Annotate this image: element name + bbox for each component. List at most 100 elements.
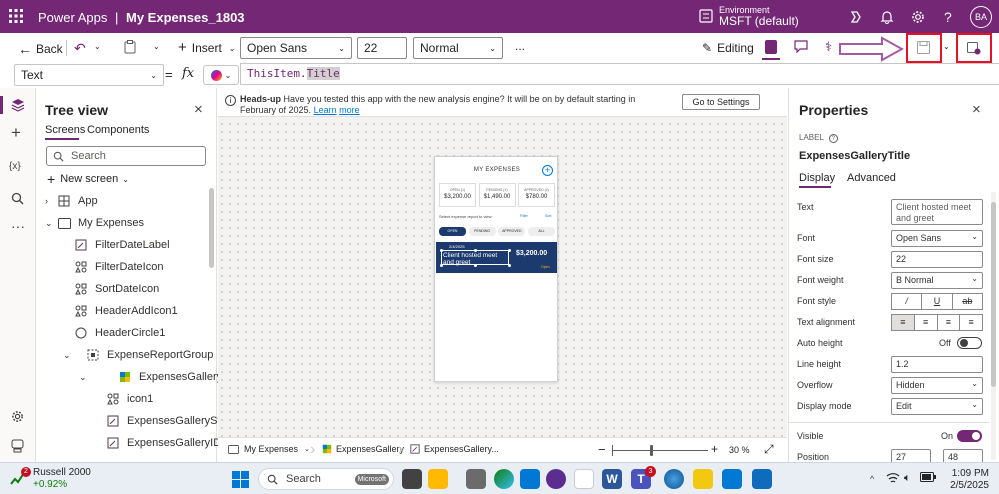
font-dropdown[interactable]: Open Sans ⌄ — [891, 230, 983, 247]
media-player-icon[interactable] — [546, 469, 566, 489]
position-x-input[interactable]: 27 — [891, 449, 931, 462]
tab-all[interactable]: ALL — [527, 227, 555, 236]
screen-icon[interactable] — [765, 40, 777, 54]
tree-item[interactable]: icon1 — [37, 388, 207, 410]
power-bi-icon[interactable] — [693, 469, 713, 489]
virtual-agent-icon[interactable] — [11, 439, 24, 453]
back-button[interactable]: ← Back — [18, 41, 63, 57]
item-title-selected[interactable]: Client hosted meet and greet — [441, 250, 509, 266]
store-icon[interactable] — [520, 469, 540, 489]
resize-handle[interactable] — [508, 249, 511, 252]
insert-button[interactable]: + Insert ⌄ — [178, 40, 235, 55]
tab-display[interactable]: Display — [799, 172, 835, 184]
taskbar-search[interactable]: Search Microsoft — [258, 468, 394, 490]
stethoscope-icon[interactable]: ⚕ — [825, 39, 832, 55]
line-height-input[interactable]: 1.2 — [891, 356, 983, 373]
word-icon[interactable]: W — [602, 469, 622, 489]
resize-handle[interactable] — [440, 264, 443, 267]
filter-link[interactable]: Filter — [520, 214, 528, 218]
more-button[interactable]: ... — [515, 39, 525, 53]
tree-search-input[interactable]: Search — [46, 146, 206, 166]
gallery-item[interactable]: 2/4/2025 Client hosted meet and greet $3… — [436, 242, 557, 273]
display-mode-dropdown[interactable]: Edit ⌄ — [891, 398, 983, 415]
breadcrumb-gallery[interactable]: ExpensesGallery — [322, 444, 404, 454]
bell-icon[interactable] — [880, 10, 894, 24]
property-dropdown[interactable]: Text ⌄ — [14, 64, 164, 86]
tab-screens[interactable]: Screens — [45, 124, 85, 136]
align-right-icon[interactable]: ≡ — [937, 314, 961, 331]
variables-icon[interactable]: {x} — [9, 161, 21, 172]
zoom-in-button[interactable]: + — [711, 442, 718, 456]
font-dropdown[interactable]: Open Sans ⌄ — [240, 37, 352, 59]
gear-icon[interactable] — [911, 10, 925, 24]
tab-components[interactable]: Components — [87, 124, 149, 136]
italic-button[interactable]: / — [891, 293, 923, 310]
resize-handle[interactable] — [474, 264, 477, 267]
close-icon[interactable]: × — [194, 101, 203, 118]
tree-item[interactable]: ExpensesGalleryID — [37, 432, 221, 454]
terminal-icon[interactable] — [466, 469, 486, 489]
help-circle-icon[interactable]: ? — [828, 134, 838, 143]
environment-picker[interactable]: Environment MSFT (default) — [719, 5, 799, 27]
app-preview-screen[interactable]: MY EXPENSES + OPEN (1) $3,200.00 PENDING… — [434, 156, 558, 382]
undo-icon[interactable]: ↶ — [74, 40, 86, 57]
font-size-input[interactable]: 22 — [891, 251, 983, 268]
text-input[interactable]: Client hosted meet and greet — [891, 199, 983, 225]
tree-item[interactable]: HeaderAddIcon1 — [37, 300, 207, 322]
publish-icon[interactable] — [967, 41, 981, 55]
tree-item[interactable]: FilterDateLabel — [37, 234, 207, 256]
insert-plus-icon[interactable]: + — [11, 124, 21, 141]
outlook-icon[interactable] — [752, 469, 772, 489]
overflow-dropdown[interactable]: Hidden ⌄ — [891, 377, 983, 394]
task-view-icon[interactable] — [402, 469, 422, 489]
tree-item[interactable]: ExpensesGalleryStatus — [37, 410, 241, 432]
save-icon[interactable] — [917, 41, 930, 54]
new-screen-button[interactable]: + New screen ⌄ — [47, 171, 129, 187]
breadcrumb-screen[interactable]: My Expenses ⌄ — [228, 444, 310, 454]
tree-item[interactable]: HeaderCircle1 — [37, 322, 207, 344]
underline-button[interactable]: U — [922, 293, 953, 310]
resize-handle[interactable] — [508, 264, 511, 267]
add-expense-icon[interactable]: + — [542, 165, 553, 176]
zoom-slider-thumb[interactable] — [650, 445, 653, 456]
auto-height-toggle[interactable] — [957, 337, 982, 349]
browser-icon[interactable] — [664, 469, 684, 489]
battery-icon[interactable] — [920, 472, 936, 482]
comment-icon[interactable] — [794, 40, 808, 53]
align-left-icon[interactable]: ≡ — [891, 314, 915, 331]
font-weight-dropdown[interactable]: Normal ⌄ — [413, 37, 503, 59]
tab-advanced[interactable]: Advanced — [847, 172, 896, 184]
tree-scrollbar[interactable] — [209, 188, 214, 268]
waffle-icon[interactable] — [9, 9, 23, 23]
formula-input[interactable]: ThisItem.Title — [240, 63, 999, 85]
font-size-input[interactable]: 22 — [357, 37, 407, 59]
search-icon[interactable] — [11, 192, 24, 205]
tree-item-gallery[interactable]: ⌄ ExpensesGallery — [37, 366, 222, 388]
tree-item[interactable]: SortDateIcon — [37, 278, 207, 300]
settings-icon[interactable] — [11, 410, 24, 423]
layers-icon[interactable] — [11, 98, 25, 112]
editing-mode-button[interactable]: ✎ Editing — [702, 41, 754, 55]
fit-to-window-icon[interactable]: ⤢ — [764, 442, 774, 457]
learn-more-link[interactable]: Learn — [314, 105, 337, 115]
align-justify-icon[interactable]: ≡ — [960, 314, 983, 331]
strikethrough-button[interactable]: ab — [952, 293, 983, 310]
volume-icon[interactable]: 🔈︎ — [904, 472, 911, 485]
zoom-slider-track[interactable] — [612, 450, 708, 451]
close-icon[interactable]: × — [972, 101, 981, 118]
tab-open[interactable]: OPEN — [439, 227, 466, 236]
help-icon[interactable]: ? — [944, 9, 952, 25]
breadcrumb-title[interactable]: ExpensesGallery... — [410, 444, 499, 454]
chevron-down-icon[interactable]: ⌄ — [153, 42, 160, 51]
copilot-icon[interactable] — [849, 10, 863, 24]
tab-approved[interactable]: APPROVED — [498, 227, 526, 236]
chevron-down-icon[interactable]: ⌄ — [94, 42, 101, 51]
tree-item-screen[interactable]: ⌄ My Expenses — [37, 212, 207, 234]
chevron-up-icon[interactable]: ^ — [870, 474, 874, 484]
position-y-input[interactable]: 48 — [943, 449, 983, 462]
wifi-icon[interactable] — [886, 472, 900, 484]
avatar[interactable]: BA — [970, 6, 992, 28]
properties-scrollbar[interactable] — [991, 192, 996, 460]
resize-handle[interactable] — [440, 249, 443, 252]
tree-item-app[interactable]: › App — [37, 190, 207, 212]
